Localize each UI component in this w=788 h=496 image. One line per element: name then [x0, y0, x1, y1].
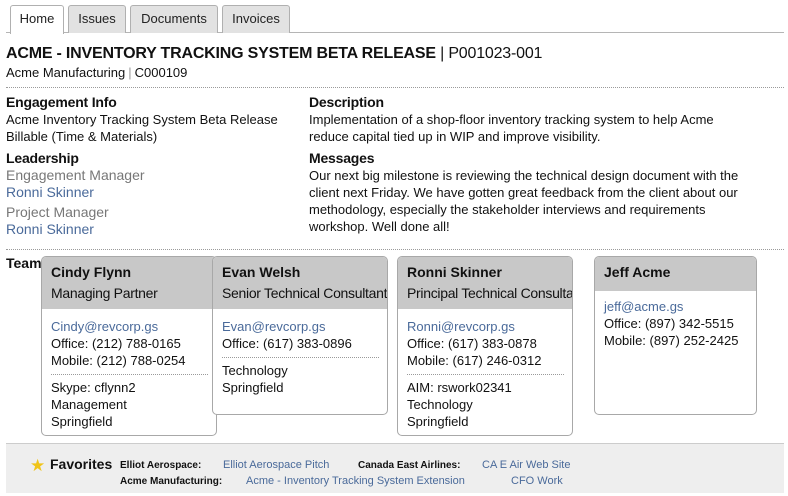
team-card: Evan Welsh Senior Technical Consultant E…	[212, 256, 388, 415]
project-title: ACME - INVENTORY TRACKING SYSTEM BETA RE…	[6, 45, 436, 62]
team-card-header: Ronni Skinner Principal Technical Consul…	[398, 257, 572, 309]
member-name: Ronni Skinner	[407, 264, 502, 280]
leadership-heading: Leadership	[6, 150, 79, 166]
member-detail: Technology	[407, 397, 473, 412]
tab-home[interactable]: Home	[10, 5, 64, 34]
favorite-client: Elliot Aerospace:	[120, 460, 202, 471]
leadership-person-link[interactable]: Ronni Skinner	[6, 184, 278, 201]
favorite-client: Canada East Airlines:	[358, 460, 461, 471]
engagement-billing: Billable (Time & Materials)	[6, 129, 158, 144]
leadership-role: Project Manager	[6, 204, 109, 220]
member-role: Managing Partner	[51, 285, 158, 301]
card-divider	[407, 374, 564, 375]
member-role: Principal Technical Consultant	[407, 285, 573, 301]
client-separator: |	[128, 65, 132, 80]
message-line: workshop. Well done all!	[309, 219, 450, 234]
divider	[6, 87, 784, 88]
team-card-header: Evan Welsh Senior Technical Consultant	[213, 257, 387, 309]
member-mobile-phone: Mobile: (617) 246-0312	[407, 353, 542, 368]
favorite-link[interactable]: CA E Air Web Site	[482, 459, 570, 471]
team-card: Cindy Flynn Managing Partner Cindy@revco…	[41, 256, 217, 436]
description-heading: Description	[309, 94, 384, 110]
message-line: client next Friday. We have gotten great…	[309, 185, 738, 200]
tab-invoices[interactable]: Invoices	[222, 5, 290, 33]
description-line: Implementation of a shop-floor inventory…	[309, 112, 714, 127]
tab-bar: Home Issues Documents Invoices	[6, 5, 784, 34]
client-code: C000109	[134, 65, 188, 80]
engagement-info: Engagement Info Acme Inventory Tracking …	[6, 94, 278, 238]
member-email-link[interactable]: Evan@revcorp.gs	[222, 318, 379, 335]
team-card-header: Cindy Flynn Managing Partner	[42, 257, 216, 309]
member-detail: Springfield	[51, 414, 113, 429]
member-name: Jeff Acme	[604, 264, 671, 280]
member-office-phone: Office: (617) 383-0878	[407, 336, 537, 351]
member-detail: Management	[51, 397, 127, 412]
team-card: Jeff Acme jeff@acme.gs Office: (897) 342…	[594, 256, 757, 415]
team-heading: Team	[6, 255, 42, 271]
member-detail: Skype: cflynn2	[51, 380, 136, 395]
member-detail: AIM: rswork02341	[407, 380, 512, 395]
client-line: Acme Manufacturing | C000109	[6, 65, 187, 80]
leadership-role: Engagement Manager	[6, 167, 145, 183]
message-line: Our next big milestone is reviewing the …	[309, 168, 739, 183]
engagement-heading: Engagement Info	[6, 94, 117, 110]
member-name: Evan Welsh	[222, 264, 301, 280]
project-code: P001023-001	[448, 45, 543, 62]
member-mobile-phone: Mobile: (212) 788-0254	[51, 353, 186, 368]
member-office-phone: Office: (897) 342-5515	[604, 316, 734, 331]
favorite-link[interactable]: CFO Work	[511, 475, 563, 487]
member-office-phone: Office: (212) 788-0165	[51, 336, 181, 351]
page-title: ACME - INVENTORY TRACKING SYSTEM BETA RE…	[6, 45, 542, 63]
favorites-title: Favorites	[50, 456, 113, 472]
team-card: Ronni Skinner Principal Technical Consul…	[397, 256, 573, 436]
description-line: reduce capital tied up in WIP and improv…	[309, 129, 601, 144]
member-office-phone: Office: (617) 383-0896	[222, 336, 352, 351]
card-divider	[222, 357, 379, 358]
member-email-link[interactable]: Ronni@revcorp.gs	[407, 318, 564, 335]
member-email-link[interactable]: Cindy@revcorp.gs	[51, 318, 208, 335]
favorite-link[interactable]: Elliot Aerospace Pitch	[223, 459, 329, 471]
leadership-person-link[interactable]: Ronni Skinner	[6, 221, 278, 238]
favorite-client: Acme Manufacturing:	[120, 476, 223, 487]
favorite-link[interactable]: Acme - Inventory Tracking System Extensi…	[246, 475, 465, 487]
member-mobile-phone: Mobile: (897) 252-2425	[604, 333, 739, 348]
engagement-name: Acme Inventory Tracking System Beta Rele…	[6, 112, 278, 127]
tab-issues[interactable]: Issues	[68, 5, 126, 33]
card-divider	[51, 374, 208, 375]
title-separator: |	[440, 45, 445, 62]
team-card-header: Jeff Acme	[595, 257, 756, 291]
member-email-link[interactable]: jeff@acme.gs	[604, 298, 748, 315]
favorites-bar: ★ Favorites Elliot Aerospace: Elliot Aer…	[6, 443, 784, 493]
divider	[6, 249, 784, 250]
member-detail: Springfield	[222, 380, 284, 395]
messages-heading: Messages	[309, 150, 375, 166]
member-detail: Springfield	[407, 414, 469, 429]
description-section: Description Implementation of a shop-flo…	[309, 94, 738, 235]
member-detail: Technology	[222, 363, 288, 378]
tab-documents[interactable]: Documents	[130, 5, 218, 33]
member-name: Cindy Flynn	[51, 264, 132, 280]
member-role: Senior Technical Consultant	[222, 285, 388, 301]
client-name: Acme Manufacturing	[6, 65, 126, 80]
star-icon: ★	[30, 456, 46, 475]
message-line: methodology, especially the stakeholder …	[309, 202, 706, 217]
